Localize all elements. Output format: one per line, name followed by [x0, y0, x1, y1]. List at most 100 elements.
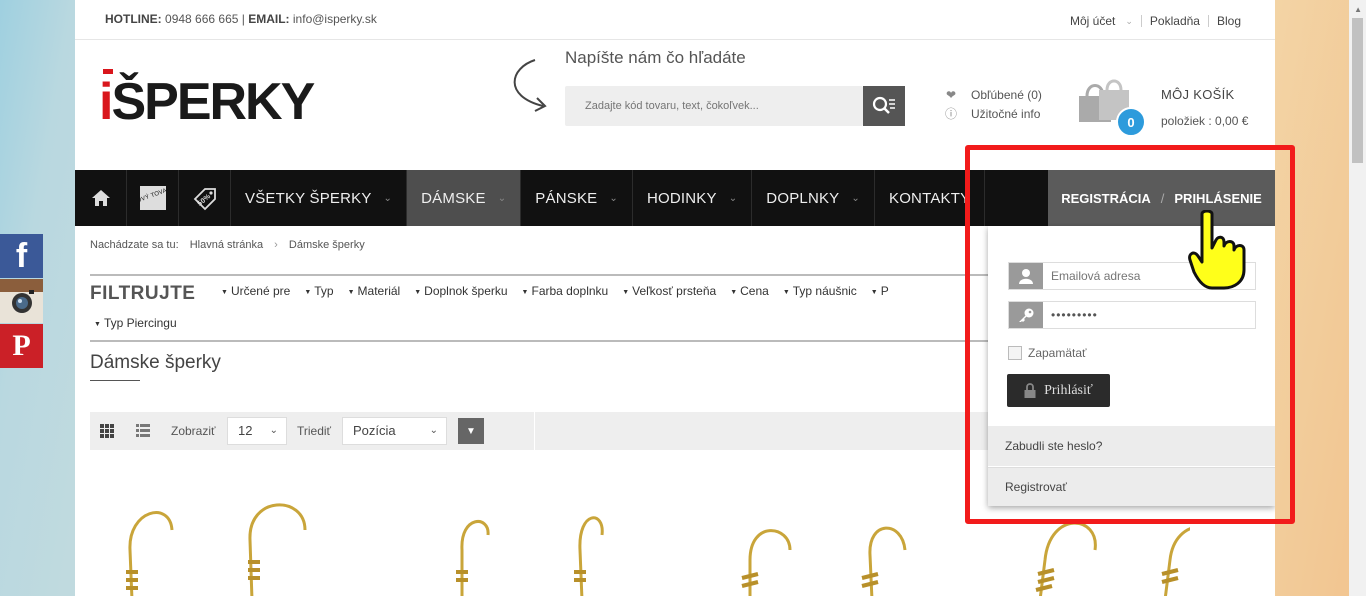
info-icon: ⓘ [944, 107, 957, 121]
useful-info-label: Užitočné info [971, 107, 1041, 121]
my-account-link[interactable]: Môj účet [1070, 14, 1115, 28]
highlight-box [965, 145, 1295, 524]
nav-item-label: DÁMSKE [421, 189, 486, 207]
chevron-down-icon: ▼ [466, 425, 476, 437]
divider [90, 340, 990, 342]
filter-material[interactable]: Materiál [348, 284, 401, 298]
top-bar: HOTLINE: 0948 666 665 | EMAIL: info@ispe… [75, 0, 1275, 40]
breadcrumb-current: Dámske šperky [288, 239, 365, 251]
sale-tag-icon: 50% [193, 188, 216, 211]
divider [90, 274, 990, 276]
scroll-up-icon[interactable]: ▲ [1354, 5, 1362, 14]
nav-item-doplnky[interactable]: DOPLNKY ⌄ [752, 170, 875, 226]
sort-value: Pozícia [353, 423, 396, 438]
filter-doplnok-sperku[interactable]: Doplnok šperku [414, 284, 507, 298]
breadcrumb-prefix: Nachádzate sa tu: [90, 239, 179, 251]
filter-list: Určené pre Typ Materiál Doplnok šperku F… [221, 284, 889, 298]
filter-p[interactable]: P [871, 284, 889, 298]
divider [1207, 15, 1209, 27]
cart-summary: položiek : 0,00 € [1161, 114, 1249, 128]
search-button[interactable] [863, 86, 905, 126]
search-input[interactable] [565, 86, 863, 126]
useful-info-link[interactable]: ⓘ Užitočné info [943, 105, 1042, 124]
nav-item-damske[interactable]: DÁMSKE ⌄ [407, 170, 522, 226]
nav-item-panske[interactable]: PÁNSKE ⌄ [521, 170, 633, 226]
favorites-link[interactable]: ❤ Obľúbené (0) [943, 86, 1042, 105]
breadcrumb-arrow-icon: › [274, 239, 278, 251]
new-tag-icon: NOVÝ TOVAR [139, 185, 167, 210]
breadcrumb: Nachádzate sa tu: Hlavná stránka › Dámsk… [90, 239, 373, 251]
product-toolbar: Zobraziť 12 ⌄ Triediť Pozícia ⌄ ▼ [90, 412, 990, 450]
list-view-button[interactable] [130, 412, 156, 450]
filter-title: FILTRUJTE [90, 283, 196, 304]
earring-coil-icon [126, 560, 1179, 592]
logo-text: ŠPERKY [111, 73, 315, 131]
pinterest-button[interactable]: P [0, 324, 43, 368]
chevron-down-icon: ⌄ [609, 192, 618, 204]
sort-label: Triediť [297, 424, 332, 438]
hotline-info: HOTLINE: 0948 666 665 | EMAIL: info@ispe… [105, 12, 377, 26]
chevron-down-icon: ⌄ [429, 425, 438, 436]
search-box [565, 86, 863, 126]
facebook-icon: f [15, 236, 28, 275]
email-link[interactable]: info@isperky.sk [293, 12, 377, 26]
pinterest-icon: P [12, 329, 31, 362]
nav-item-vsetky-sperky[interactable]: VŠETKY ŠPERKY ⌄ [231, 170, 408, 226]
blog-link[interactable]: Blog [1217, 14, 1241, 28]
chevron-down-icon: ⌄ [851, 192, 860, 204]
wishlist-links: ❤ Obľúbené (0) ⓘ Užitočné info [943, 86, 1042, 124]
arrow-decoration-icon [513, 59, 547, 112]
hotline-number: 0948 666 665 | [165, 12, 245, 26]
chevron-down-icon: ⌄ [383, 192, 393, 204]
page-title: Dámske šperky [90, 352, 221, 373]
sort-direction-button[interactable]: ▼ [458, 418, 484, 444]
filter-farba-doplnku[interactable]: Farba doplnku [522, 284, 608, 298]
chevron-down-icon: ⌄ [728, 192, 738, 204]
checkout-link[interactable]: Pokladňa [1150, 14, 1200, 28]
filter-typ[interactable]: Typ [304, 284, 333, 298]
search-icon [872, 96, 895, 114]
top-links: Môj účet ⌄ Pokladňa Blog [1070, 14, 1241, 28]
cart-count-badge[interactable]: 0 [1116, 107, 1146, 137]
instagram-button[interactable] [0, 279, 43, 323]
list-icon [136, 424, 150, 437]
new-products-nav-button[interactable]: NOVÝ TOVAR [127, 170, 179, 226]
grid-icon [100, 424, 114, 438]
nav-item-label: PÁNSKE [535, 189, 598, 207]
filter-cena[interactable]: Cena [730, 284, 769, 298]
show-count-value: 12 [238, 423, 253, 438]
filter-typ-piercingu[interactable]: Typ Piercingu [94, 316, 177, 330]
chevron-down-icon[interactable]: ⌄ [1125, 16, 1133, 27]
chevron-down-icon: ⌄ [269, 425, 278, 436]
page-scrollbar[interactable]: ▲ [1349, 0, 1366, 596]
show-count-select[interactable]: 12 ⌄ [227, 417, 287, 445]
breadcrumb-home-link[interactable]: Hlavná stránka [190, 239, 263, 251]
chevron-down-icon: ⌄ [497, 192, 507, 204]
divider [1140, 15, 1142, 27]
filter-velkost-prstena[interactable]: Veľkosť prsteňa [622, 284, 716, 298]
sort-select[interactable]: Pozícia ⌄ [342, 417, 447, 445]
show-label: Zobraziť [171, 424, 216, 438]
divider [534, 412, 535, 450]
home-icon [91, 190, 110, 206]
instagram-icon [11, 290, 34, 313]
heart-icon: ❤ [945, 88, 957, 102]
scrollbar-thumb[interactable] [1352, 18, 1363, 163]
nav-item-hodinky[interactable]: HODINKY ⌄ [633, 170, 753, 226]
hotline-label: HOTLINE: [105, 12, 162, 26]
filter-urcene-pre[interactable]: Určené pre [221, 284, 290, 298]
facebook-button[interactable]: f [0, 234, 43, 278]
email-label: EMAIL: [248, 12, 290, 26]
grid-view-button[interactable] [94, 412, 120, 450]
nav-item-label: DOPLNKY [766, 189, 840, 207]
cart-title[interactable]: MÔJ KOŠÍK [1161, 87, 1235, 102]
divider [90, 380, 140, 381]
search-hint: Napíšte nám čo hľadáte [565, 48, 746, 67]
home-nav-button[interactable] [75, 170, 127, 226]
favorites-label: Obľúbené (0) [971, 88, 1042, 102]
nav-item-label: HODINKY [646, 189, 717, 207]
site-logo[interactable]: iŠPERKY [99, 73, 315, 131]
nav-item-label: VŠETKY ŠPERKY [245, 189, 372, 207]
filter-typ-nausnic[interactable]: Typ náušnic [783, 284, 857, 298]
sale-nav-button[interactable]: 50% [179, 170, 231, 226]
